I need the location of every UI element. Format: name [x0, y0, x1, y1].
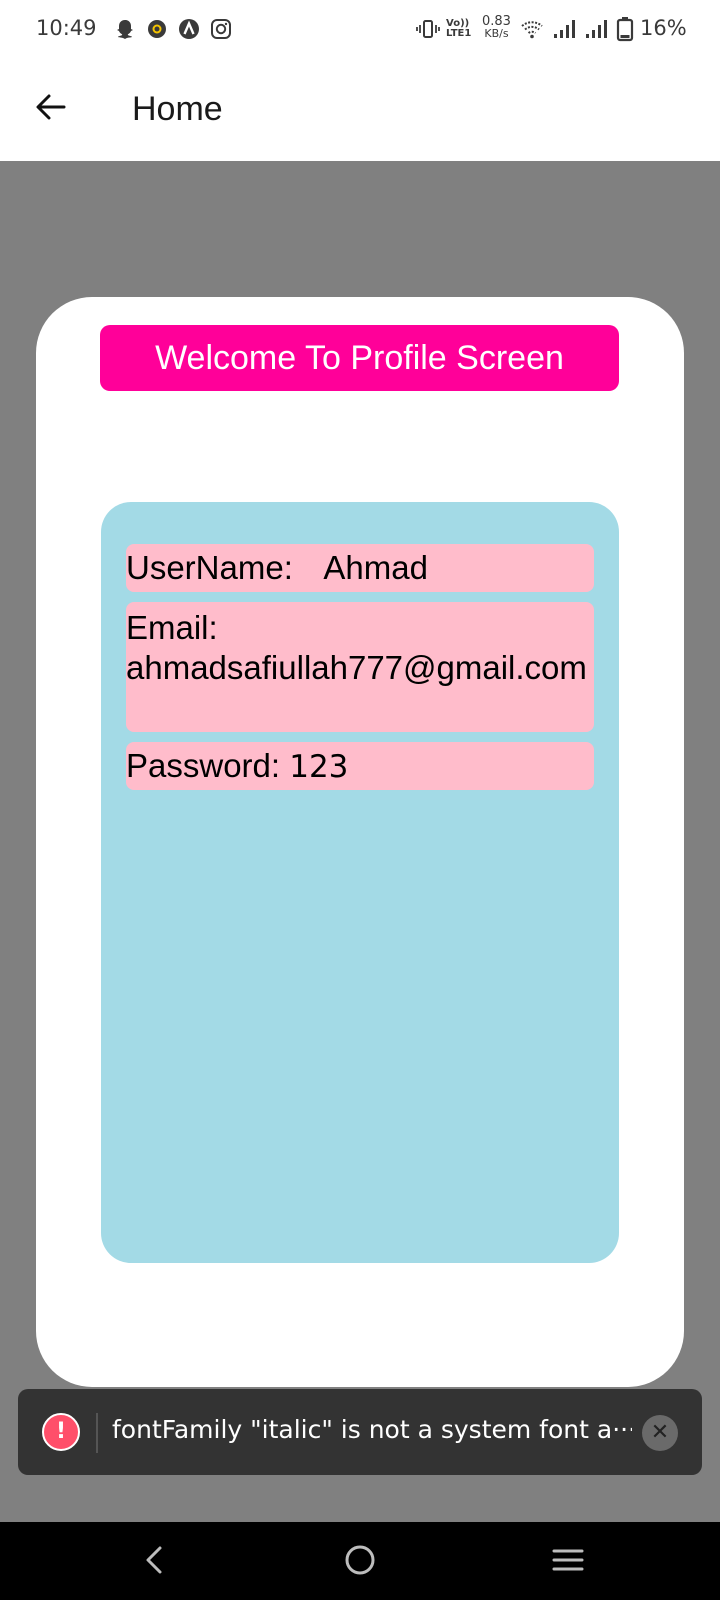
error-toast[interactable]: ! fontFamily "italic" is not a system fo…: [18, 1389, 702, 1475]
email-row: Email: ahmadsafiullah777@gmail.com: [126, 602, 594, 732]
username-row: UserName: Ahmad: [126, 544, 594, 592]
signal-icon: [584, 18, 608, 44]
app-header: Home: [0, 60, 720, 161]
nav-home-icon[interactable]: [340, 1540, 380, 1584]
battery-icon: [616, 16, 634, 46]
snapchat-icon: [114, 18, 136, 44]
back-arrow-icon[interactable]: [34, 90, 68, 128]
nav-back-icon[interactable]: [134, 1540, 174, 1584]
vibrate-icon: [416, 18, 440, 44]
toast-divider: [96, 1413, 98, 1453]
system-nav-bar: [0, 1522, 720, 1600]
battery-level: 16%: [640, 16, 687, 40]
password-label: Password:: [126, 747, 281, 784]
username-label: UserName:: [126, 549, 293, 586]
close-icon[interactable]: ✕: [642, 1415, 678, 1451]
arc-icon: [178, 18, 200, 44]
password-row: Password: 123: [126, 742, 594, 790]
email-value: ahmadsafiullah777@gmail.com: [126, 649, 587, 686]
welcome-banner: Welcome To Profile Screen: [100, 325, 619, 391]
username-value: Ahmad: [323, 549, 428, 586]
status-time: 10:49: [36, 16, 97, 40]
instagram-icon: [210, 18, 232, 44]
signal-icon: [552, 18, 576, 44]
wifi-icon: [520, 18, 544, 44]
page-title: Home: [132, 90, 223, 128]
network-speed: 0.83 KB/s: [482, 14, 511, 40]
email-label: Email:: [126, 609, 218, 646]
toast-message: fontFamily "italic" is not a system font…: [112, 1415, 632, 1444]
error-icon: !: [42, 1413, 80, 1451]
nav-menu-icon[interactable]: [548, 1540, 588, 1584]
chat-icon: [146, 18, 168, 44]
password-value: 123: [289, 749, 349, 785]
status-bar: 10:49 Vo)) LTE1 0.83 KB/s 16%: [0, 0, 720, 60]
volte-icon: Vo)) LTE1: [446, 18, 472, 39]
